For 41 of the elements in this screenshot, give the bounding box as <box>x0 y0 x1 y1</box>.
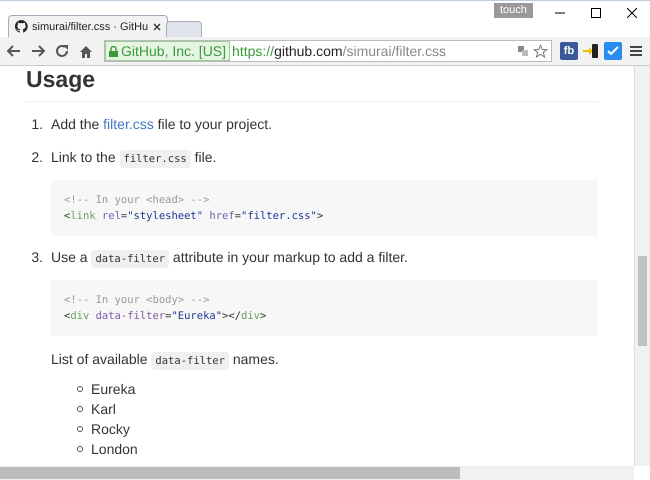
bullet-icon <box>77 406 83 412</box>
lock-icon <box>109 46 118 56</box>
filter-name: Karl <box>91 400 116 419</box>
bullet-icon <box>77 446 83 452</box>
step-text: Add the filter.css file to your project. <box>51 115 274 134</box>
close-icon <box>627 8 637 18</box>
home-icon <box>79 44 93 58</box>
scroll-thumb[interactable] <box>0 467 460 479</box>
vertical-scrollbar[interactable] <box>634 66 650 466</box>
code-block: <!-- In your <body> --> <div data-filter="Eureka"></div> <box>51 280 598 336</box>
check-extension-icon[interactable] <box>604 42 622 60</box>
step-number: 3. <box>30 248 44 267</box>
usage-heading: Usage <box>26 66 598 102</box>
scroll-thumb[interactable] <box>638 256 647 346</box>
bullet-icon <box>77 426 83 432</box>
bullet-icon <box>77 386 83 392</box>
filter-name: Rocky <box>91 420 130 439</box>
url-text: https://github.com/simurai/filter.css <box>231 43 448 59</box>
filter-css-link[interactable]: filter.css <box>103 116 154 132</box>
star-icon[interactable] <box>533 44 548 58</box>
filter-name: Eureka <box>91 380 136 399</box>
step-number: 1. <box>30 115 44 134</box>
back-arrow-icon <box>7 45 21 57</box>
step-text: Use a data-filter attribute in your markup to add a filter. <box>51 245 598 271</box>
translate-icon[interactable] <box>517 45 529 57</box>
address-bar[interactable]: GitHub, Inc. [US] https://github.com/simurai/filter.css <box>104 40 552 62</box>
horizontal-scrollbar[interactable] <box>0 466 634 480</box>
forward-arrow-icon <box>31 45 45 57</box>
filter-name: London <box>91 440 138 459</box>
step-number: 2. <box>30 148 44 167</box>
tab-title: simurai/filter.css · GitHu <box>32 20 149 32</box>
fb-extension-button[interactable]: fb <box>560 42 578 60</box>
note-text: List of available data-filter names. <box>51 347 598 373</box>
maximize-icon <box>591 8 601 18</box>
code-block: <!-- In your <head> --> <link rel="stylesheet" href="filter.css"> <box>51 180 598 236</box>
close-icon[interactable] <box>153 22 161 30</box>
reload-icon <box>55 44 69 58</box>
browser-tab[interactable]: simurai/filter.css · GitHu <box>8 15 168 37</box>
github-logo-icon <box>15 20 28 33</box>
step-text: Link to the filter.css file. <box>51 145 598 171</box>
phone-extension-icon[interactable] <box>582 42 600 60</box>
